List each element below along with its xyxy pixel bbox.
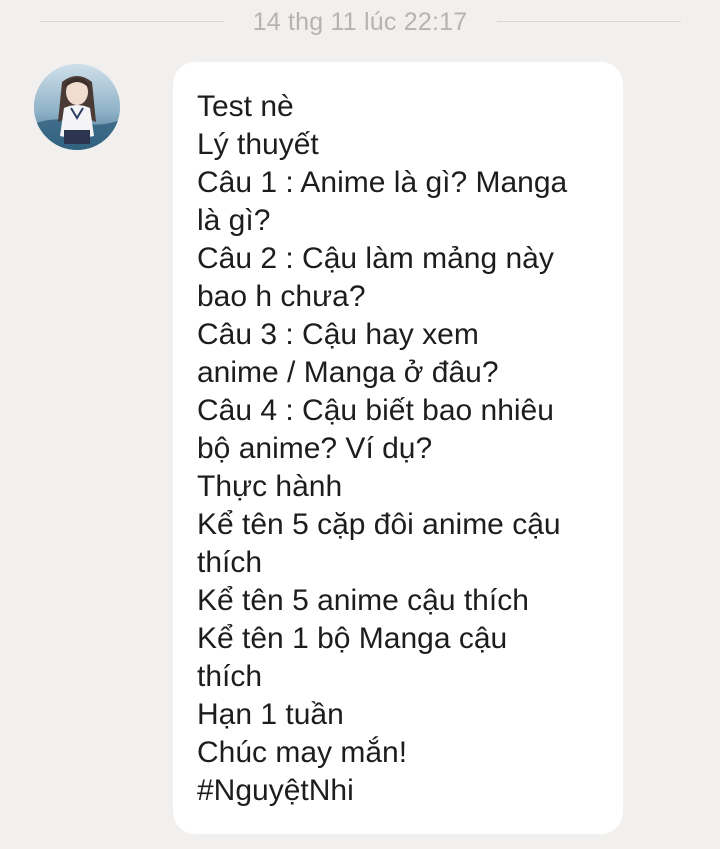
message-line: Câu 4 : Cậu biết bao nhiêu [197,394,554,427]
message-text: Test nè Lý thuyết Câu 1 : Anime là gì? M… [197,88,617,810]
message-line: Chúc may mắn! [197,736,408,769]
message-line: thích [197,660,263,693]
timestamp-divider-right [497,21,681,22]
message-bubble[interactable]: Test nè Lý thuyết Câu 1 : Anime là gì? M… [173,62,623,834]
message-line: Kể tên 1 bộ Manga cậu [197,622,508,655]
avatar-image [34,64,120,150]
message-line: Câu 3 : Cậu hay xem [197,318,479,351]
message-line: thích [197,546,263,579]
message-line: bộ anime? Ví dụ? [197,432,433,465]
message-line: Câu 1 : Anime là gì? Manga [197,166,568,199]
message-line: Test nè [197,90,294,123]
message-line: Kể tên 5 cặp đôi anime cậu [197,508,561,541]
message-line: #NguyệtNhi [197,774,354,807]
message-line: anime / Manga ở đâu? [197,356,499,389]
message-line: bao h chưa? [197,280,366,313]
message-line: Kể tên 5 anime cậu thích [197,584,529,617]
message-line: là gì? [197,204,271,237]
message-line: Hạn 1 tuần [197,698,344,731]
timestamp-row: 14 thg 11 lúc 22:17 [0,0,720,50]
message-line: Lý thuyết [197,128,319,161]
message-timestamp: 14 thg 11 lúc 22:17 [252,8,468,36]
sender-avatar[interactable] [34,64,120,150]
message-line: Thực hành [197,470,343,503]
message-line: Câu 2 : Cậu làm mảng này [197,242,554,275]
